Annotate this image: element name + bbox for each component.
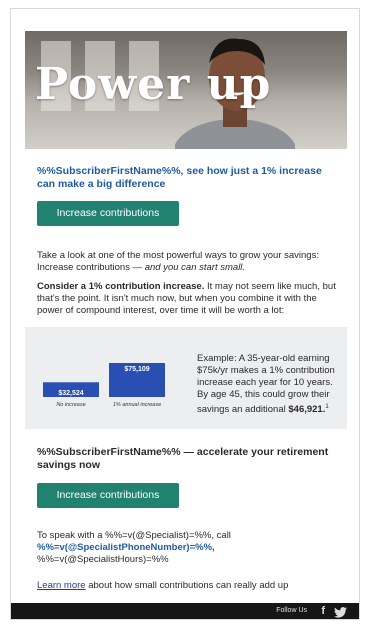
section2-headline: %%SubscriberFirstName%% — accelerate you… [37, 446, 329, 471]
facebook-icon[interactable]: f [321, 605, 325, 617]
learn-more-link[interactable]: Learn more [37, 580, 86, 591]
example-footnote: 1 [325, 404, 329, 410]
headline-personalized: %%SubscriberFirstName%%, see how just a … [37, 165, 322, 190]
increase-contributions-button-2[interactable]: Increase contributions [37, 483, 179, 508]
twitter-icon[interactable] [334, 607, 347, 618]
specialist-hours: %%=v(@SpecialistHours)=%% [37, 554, 169, 565]
follow-us-label: Follow Us [276, 607, 307, 614]
category-label-no-increase: No increase [56, 402, 85, 408]
increase-contributions-button[interactable]: Increase contributions [37, 201, 179, 226]
contribution-bar-chart: $32,524 $75,109 No increase 1% annual in… [43, 363, 165, 408]
footer-bar: Follow Us f [11, 603, 359, 619]
specialist-phone-link[interactable]: %%=v(@SpecialistPhoneNumber)=%%, [37, 542, 337, 554]
learn-more-line: Learn more about how small contributions… [37, 580, 347, 591]
example-text: Example: A 35-year-old earning $75k/yr m… [197, 353, 343, 416]
contact-info: To speak with a %%=v(@Specialist)=%%, ca… [37, 530, 337, 566]
hero-banner: Power up [25, 31, 347, 149]
intro-paragraph: Take a look at one of the most powerful … [37, 250, 342, 274]
learn-more-text: about how small contributions can really… [85, 580, 289, 591]
email-container: Power up %%SubscriberFirstName%%, see ho… [10, 8, 360, 620]
bar-value-annual-increase: $75,109 [124, 366, 149, 373]
category-label-annual-increase: 1% annual increase [113, 402, 161, 408]
bar-value-no-increase: $32,524 [58, 390, 83, 397]
contact-line1: To speak with a %%=v(@Specialist)=%%, ca… [37, 530, 231, 541]
hero-title: Power up [35, 59, 272, 110]
consider-paragraph: Consider a 1% contribution increase. It … [37, 281, 345, 317]
intro-italic: and you can start small. [144, 262, 246, 273]
consider-bold: Consider a 1% contribution increase. [37, 281, 205, 292]
example-amount: $46,921. [288, 404, 326, 416]
